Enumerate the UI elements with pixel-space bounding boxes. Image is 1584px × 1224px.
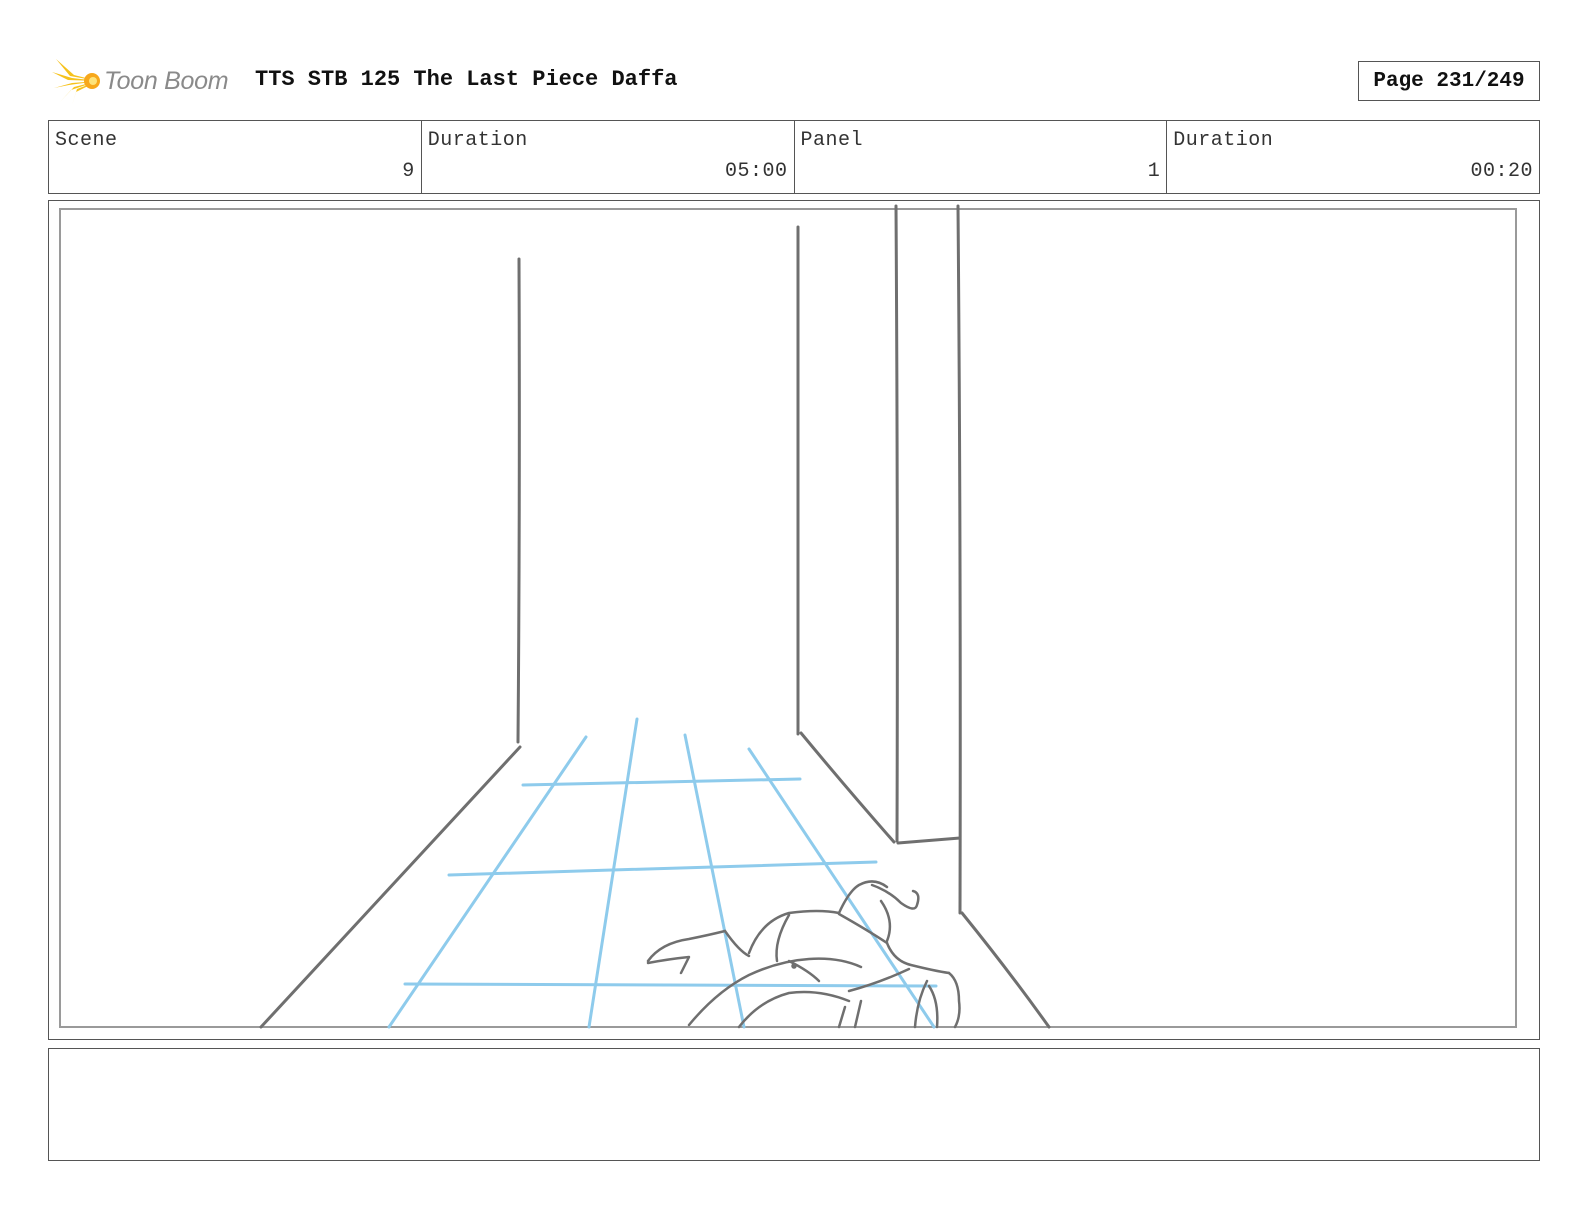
panel-duration-value: 00:20 <box>1470 160 1533 183</box>
panel-duration-cell: Duration 00:20 <box>1167 121 1539 193</box>
scene-duration-label: Duration <box>427 129 528 152</box>
scene-info-table: Scene 9 Duration 05:00 Panel 1 Duration … <box>48 120 1540 194</box>
corridor-walls <box>259 204 1051 1029</box>
panel-notes-box <box>48 1048 1540 1161</box>
scene-cell: Scene 9 <box>49 121 422 193</box>
toon-boom-logo: Toon Boom <box>52 55 229 107</box>
panel-sketch <box>59 204 1517 1029</box>
scene-duration-cell: Duration 05:00 <box>422 121 795 193</box>
panel-label: Panel <box>800 129 864 152</box>
scene-label: Scene <box>55 129 118 152</box>
panel-duration-label: Duration <box>1173 129 1274 152</box>
scene-duration-value: 05:00 <box>724 160 788 183</box>
scene-value: 9 <box>402 160 415 183</box>
panel-cell: Panel 1 <box>795 121 1168 193</box>
storyboard-panel <box>48 200 1540 1040</box>
toon-boom-burst-icon <box>52 59 100 105</box>
document-title: TTS STB 125 The Last Piece Daffa <box>255 67 678 92</box>
floor-guide-lines <box>387 717 938 1029</box>
page-header: Toon Boom TTS STB 125 The Last Piece Daf… <box>48 55 1540 107</box>
logo-text: Toon Boom <box>104 66 229 95</box>
safe-area-frame <box>59 208 1517 1028</box>
panel-value: 1 <box>1147 160 1161 183</box>
character-sketch <box>646 880 961 1029</box>
page-number: Page 231/249 <box>1358 61 1540 101</box>
